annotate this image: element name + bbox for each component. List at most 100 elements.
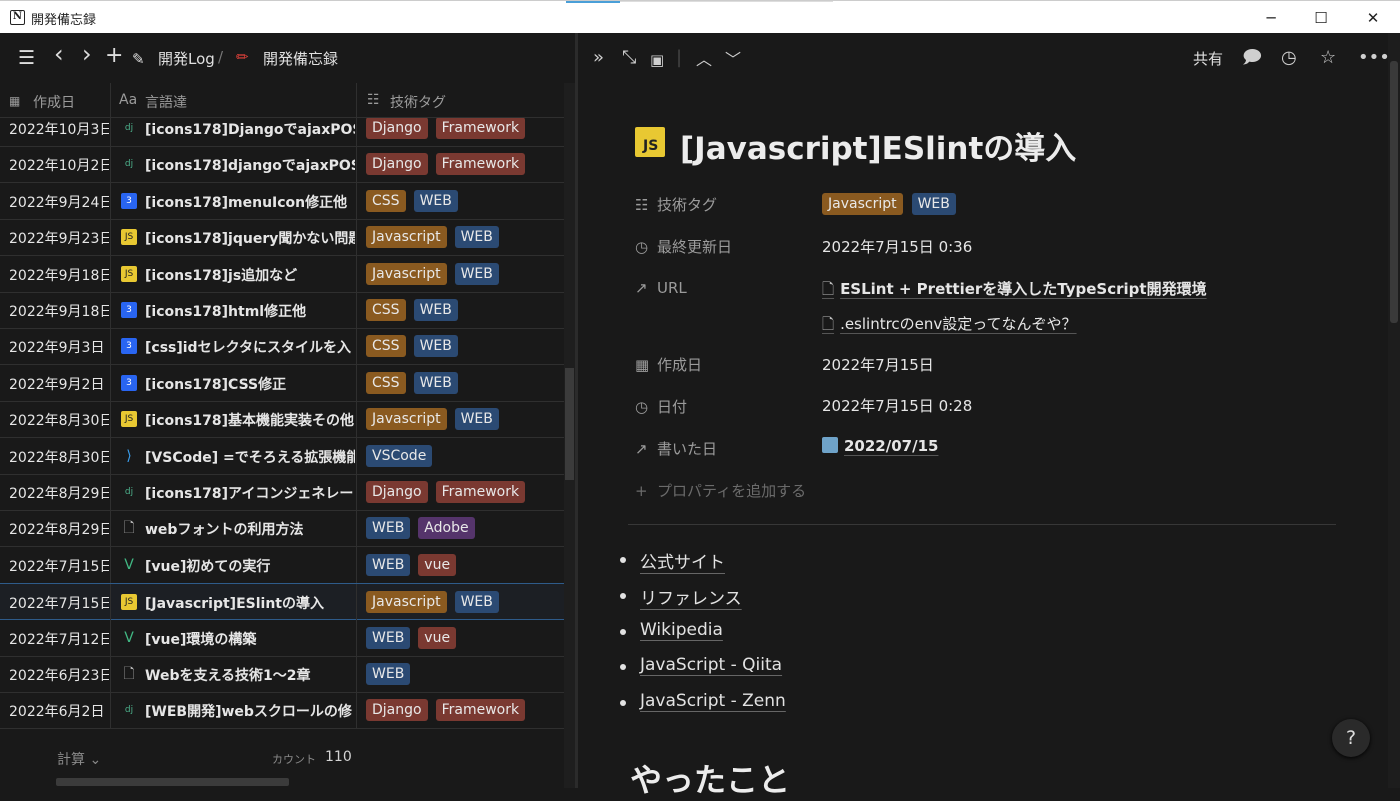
link-item[interactable]: JavaScript - Zenn	[620, 691, 786, 711]
add-page-icon[interactable]: +	[105, 45, 123, 67]
row-tags[interactable]: CSS WEB	[366, 299, 458, 321]
forward-icon[interactable]: ›	[82, 42, 92, 66]
vertical-scrollbar[interactable]	[564, 83, 575, 788]
table-row[interactable]: 2022年6月23日 🗋 Webを支える技術1～2章 WEB	[0, 656, 564, 693]
row-tags[interactable]: Javascript WEB	[366, 226, 499, 249]
prop-created-label[interactable]: ▦ 作成日	[635, 354, 702, 375]
link-item[interactable]: 公式サイト	[620, 548, 725, 573]
row-tags[interactable]: Javascript WEB	[366, 408, 499, 431]
table-row[interactable]: 2022年10月2日 dj [icons178]djangoでajaxPOST Dja…	[0, 146, 564, 184]
column-header-date[interactable]: 作成日	[33, 92, 75, 112]
table-row[interactable]: 2022年8月30日 JS [icons178]基本機能実装その他 Javascrip…	[0, 401, 564, 439]
row-title[interactable]: [icons178]djangoでajaxPOST	[145, 155, 355, 175]
row-tags[interactable]: Django Framework	[366, 118, 526, 139]
prop-date-label[interactable]: ◷ 日付	[635, 396, 687, 417]
link-text[interactable]: JavaScript - Qiita	[640, 655, 782, 675]
table-row[interactable]: 2022年10月3日 dj [icons178]DjangoでajaxPOST2 Dj…	[0, 118, 564, 147]
comment-icon[interactable]: 🗩	[1242, 47, 1262, 69]
chevron-up-icon[interactable]: ︿	[696, 49, 712, 71]
table-row[interactable]: 2022年8月30日 ⟩ [VSCode] =でそろえる拡張機能 VSCode	[0, 437, 564, 475]
help-button[interactable]: ?	[1332, 719, 1370, 757]
table-row[interactable]: 2022年7月15日 V [vue]初めての実行 WEB vue	[0, 546, 564, 584]
row-tags[interactable]: CSS WEB	[366, 335, 458, 358]
row-title[interactable]: [icons178]CSS修正	[145, 374, 355, 394]
row-title[interactable]: [VSCode] =でそろえる拡張機能	[145, 447, 355, 467]
share-button[interactable]: 共有	[1193, 48, 1223, 69]
row-title[interactable]: webフォントの利用方法	[145, 519, 355, 539]
table-row[interactable]: 2022年9月18日 3 [icons178]html修正他 CSS WEB	[0, 292, 564, 329]
prop-written-label[interactable]: ↗ 書いた日	[635, 438, 717, 459]
expand-icon[interactable]: ⤡	[622, 47, 636, 69]
link-text[interactable]: リファレンス	[640, 589, 742, 609]
link-text[interactable]: Wikipedia	[640, 620, 723, 640]
row-tags[interactable]: Django Framework	[366, 481, 526, 503]
table-row[interactable]: 2022年9月2日 3 [icons178]CSS修正 CSS WEB	[0, 364, 564, 402]
row-tags[interactable]: Django Framework	[366, 699, 526, 722]
table-row[interactable]: 2022年9月18日 JS [icons178]js追加など Javascript WE…	[0, 255, 564, 293]
link-text[interactable]: JavaScript - Zenn	[640, 691, 786, 711]
url-link-1[interactable]: 🗋 ESLint + Prettierを導入したTypeScript開発環境	[822, 278, 1207, 304]
table-row[interactable]: 2022年9月23日 JS [icons178]jquery聞かない問題・ Javas…	[0, 219, 564, 257]
row-tags[interactable]: WEB vue	[366, 553, 457, 576]
row-title[interactable]: [icons178]アイコンジェネレー	[145, 483, 355, 503]
horizontal-scrollbar[interactable]	[56, 778, 289, 786]
edit-page-icon[interactable]: ✎	[132, 48, 145, 70]
column-header-name[interactable]: 言語達	[145, 92, 187, 112]
row-tags[interactable]: WEB vue	[366, 626, 457, 649]
link-item[interactable]: JavaScript - Qiita	[619, 655, 782, 675]
row-title[interactable]: [icons178]jquery聞かない問題・	[145, 228, 355, 248]
table-row[interactable]: 2022年7月15日 JS [Javascript]ESlintの導入 Javascr…	[0, 583, 564, 622]
table-row[interactable]: 2022年6月2日 dj [WEB開発]webスクロールの修 Django Framew…	[0, 692, 564, 730]
written-date-link[interactable]: 2022/07/15	[822, 437, 938, 455]
back-icon[interactable]: ‹	[54, 42, 64, 66]
row-title[interactable]: [icons178]基本機能実装その他	[145, 410, 355, 430]
double-chevron-icon[interactable]: »	[593, 47, 604, 69]
row-tags[interactable]: WEB Adobe	[366, 517, 475, 540]
table-row[interactable]: 2022年9月3日 3 [css]idセレクタにスタイルを入 CSS WEB	[0, 328, 564, 366]
prop-updated-label[interactable]: ◷ 最終更新日	[635, 236, 732, 257]
add-property-button[interactable]: + プロパティを追加する	[635, 480, 806, 501]
row-tags[interactable]: WEB	[366, 663, 411, 685]
row-tags[interactable]: Django Framework	[366, 153, 526, 176]
clock-icon[interactable]: ◷	[1281, 47, 1297, 69]
close-button[interactable]: ✕	[1345, 1, 1400, 34]
row-tags[interactable]: CSS WEB	[366, 371, 458, 394]
row-title[interactable]: [WEB開発]webスクロールの修	[145, 701, 355, 721]
table-row[interactable]: 2022年7月12日 V [vue]環境の構築 WEB vue	[0, 619, 564, 657]
scrollbar-thumb[interactable]	[565, 368, 574, 480]
column-header-tags[interactable]: 技術タグ	[390, 92, 446, 112]
row-title[interactable]: [css]idセレクタにスタイルを入	[145, 337, 355, 357]
minimize-button[interactable]: ─	[1243, 1, 1299, 34]
prop-tags-value[interactable]: Javascript WEB	[822, 193, 956, 215]
more-icon[interactable]: •••	[1358, 47, 1390, 69]
page-icon[interactable]: JS	[635, 127, 665, 157]
row-title[interactable]: [icons178]menuIcon修正他	[145, 192, 355, 212]
row-tags[interactable]: Javascript WEB	[366, 262, 499, 285]
row-title[interactable]: [vue]初めての実行	[145, 556, 355, 576]
prop-date-value[interactable]: 2022年7月15日 0:28	[822, 395, 972, 416]
row-title[interactable]: [Javascript]ESlintの導入	[145, 593, 355, 613]
row-title[interactable]: Webを支える技術1～2章	[145, 665, 355, 685]
url-link-2[interactable]: 🗋 .eslintrcのenv設定ってなんぞや？	[822, 313, 1077, 339]
table-row[interactable]: 2022年8月29日 dj [icons178]アイコンジェネレー Django Fra…	[0, 474, 564, 511]
calculate-menu[interactable]: 計算 ⌄	[57, 749, 101, 769]
table-row[interactable]: 2022年9月24日 3 [icons178]menuIcon修正他 CSS WEB	[0, 182, 564, 220]
row-tags[interactable]: Javascript WEB	[366, 591, 499, 614]
row-tags[interactable]: VSCode	[366, 444, 433, 467]
maximize-button[interactable]: ☐	[1293, 1, 1349, 34]
table-row[interactable]: 2022年8月29日 🗋 webフォントの利用方法 WEB Adobe	[0, 510, 564, 548]
link-text[interactable]: 公式サイト	[640, 553, 725, 573]
row-tags[interactable]: CSS WEB	[366, 189, 458, 212]
link-item[interactable]: リファレンス	[620, 584, 742, 609]
breadcrumb-current[interactable]: 開発備忘録	[263, 48, 338, 69]
page-scrollbar[interactable]	[1388, 33, 1400, 788]
chevron-down-icon[interactable]: ﹀	[725, 49, 741, 71]
page-title[interactable]: [Javascript]ESlintの導入	[680, 123, 1076, 168]
side-peek-icon[interactable]: ▣	[650, 49, 664, 71]
prop-url-label[interactable]: ↗ URL	[635, 279, 687, 297]
row-title[interactable]: [icons178]html修正他	[145, 301, 355, 321]
row-title[interactable]: [icons178]js追加など	[145, 265, 355, 285]
breadcrumb-parent[interactable]: 開発Log	[158, 48, 215, 69]
menu-icon[interactable]: ☰	[18, 47, 35, 69]
prop-tags-label[interactable]: ☷ 技術タグ	[635, 194, 717, 215]
